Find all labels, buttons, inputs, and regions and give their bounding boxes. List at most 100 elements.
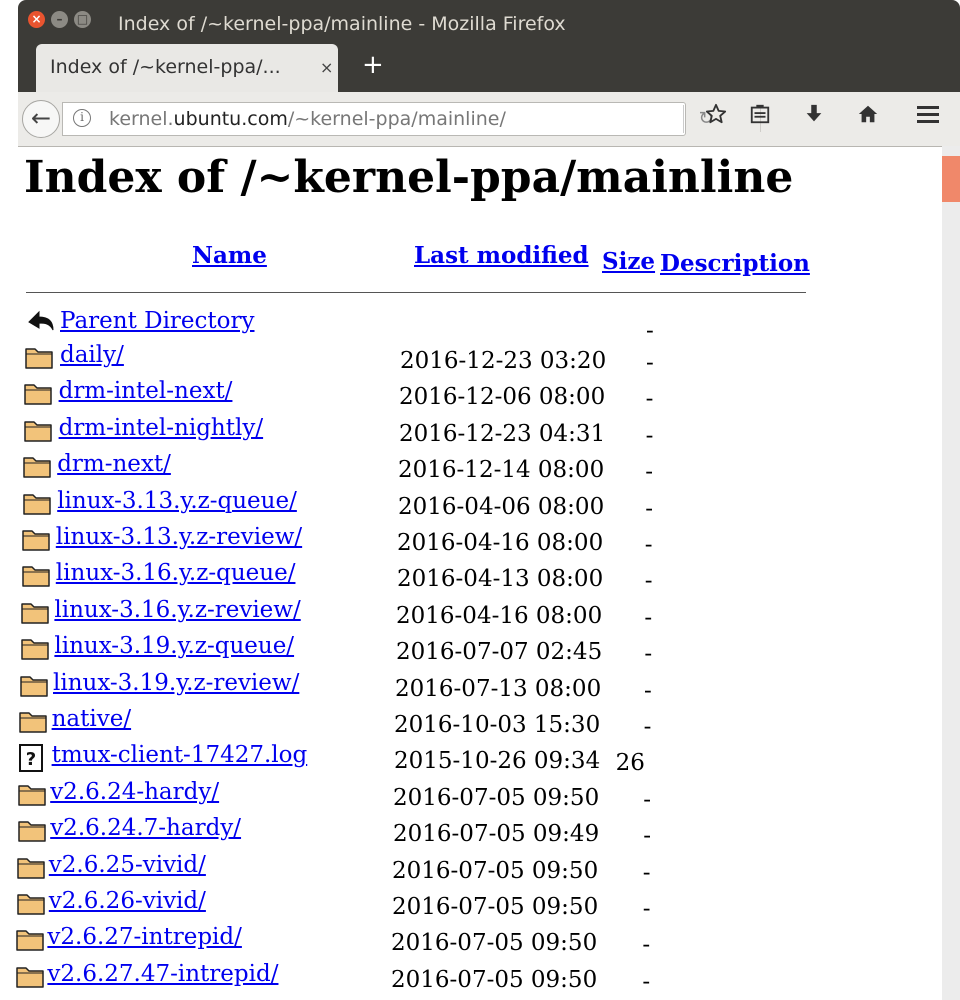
column-header-last-modified: Last modified [414, 242, 589, 269]
folder-icon [17, 817, 47, 843]
window-minimize-button[interactable]: – [51, 11, 68, 28]
entry-link[interactable]: native/ [52, 706, 131, 732]
unknown-file-icon: ? [18, 744, 48, 773]
entry-size: 26 [615, 750, 645, 777]
new-tab-button[interactable]: + [362, 52, 384, 78]
folder-icon [21, 526, 51, 552]
reading-list-icon[interactable] [740, 100, 780, 138]
entry-link[interactable]: daily/ [60, 342, 124, 368]
tab-label: Index of /~kernel-ppa/... [50, 56, 281, 78]
column-header-description: Description [660, 250, 810, 277]
entry-size: - [644, 568, 653, 595]
folder-icon [17, 781, 47, 807]
entry-link[interactable]: v2.6.27-intrepid/ [47, 924, 242, 950]
folder-icon [20, 635, 50, 661]
site-info-icon[interactable]: i [73, 109, 91, 127]
entry-size: - [644, 532, 653, 558]
entry-link[interactable]: v2.6.24-hardy/ [50, 779, 219, 805]
parent-directory-row: Parent Directory - [18, 306, 798, 344]
folder-icon [23, 417, 53, 443]
table-row: v2.6.27-intrepid/2016-07-05 09:50 - [15, 924, 798, 959]
folder-icon [15, 926, 45, 952]
window-titlebar: × – □ Index of /~kernel-ppa/mainline - M… [18, 0, 960, 44]
entry-size: - [644, 641, 653, 668]
entry-link[interactable]: v2.6.25-vivid/ [49, 852, 206, 878]
table-row: linux-3.16.y.z-queue/2016-04-13 08:00 - [18, 560, 798, 594]
sort-by-size-link[interactable]: Size [602, 248, 655, 275]
parent-size: - [646, 318, 654, 344]
entry-last-modified: 2016-12-23 03:20 [400, 348, 607, 374]
entry-link[interactable]: drm-intel-next/ [59, 378, 233, 404]
entry-last-modified: 2016-04-16 08:00 [397, 530, 604, 556]
table-row: daily/2016-12-23 03:20 - [18, 342, 798, 376]
entry-size: - [645, 495, 653, 522]
url-bar[interactable]: i kernel.ubuntu.com/~kernel-ppa/mainline… [62, 102, 714, 136]
table-row: v2.6.26-vivid/2016-07-05 09:50 - [16, 888, 798, 922]
entry-link[interactable]: v2.6.24.7-hardy/ [50, 815, 241, 841]
folder-icon [21, 562, 51, 588]
tab-close-icon[interactable]: × [320, 58, 333, 77]
menu-icon[interactable] [908, 100, 948, 138]
entry-link[interactable]: linux-3.16.y.z-queue/ [56, 560, 296, 586]
entry-last-modified: 2015-10-26 09:34 [394, 748, 601, 775]
window-close-button[interactable]: × [28, 11, 45, 28]
home-icon[interactable] [848, 100, 888, 138]
table-row: ? tmux-client-17427.log 2015-10-26 09:34 26 [18, 742, 798, 776]
entry-size: - [643, 714, 652, 740]
entry-last-modified: 2016-07-07 02:45 [396, 639, 603, 666]
entry-last-modified: 2016-12-06 08:00 [399, 384, 606, 411]
sort-by-last-modified-link[interactable]: Last modified [414, 242, 589, 269]
entry-link[interactable]: linux-3.13.y.z-review/ [56, 524, 302, 550]
entry-size: - [642, 968, 651, 995]
folder-icon [16, 854, 46, 880]
sort-by-name-link[interactable]: Name [192, 242, 267, 269]
window-maximize-button[interactable]: □ [74, 11, 91, 28]
sort-by-description-link[interactable]: Description [660, 250, 810, 277]
folder-icon [22, 453, 52, 479]
entry-last-modified: 2016-04-06 08:00 [398, 493, 605, 520]
folder-icon [18, 708, 48, 734]
entry-size: - [645, 422, 654, 449]
svg-text:?: ? [26, 749, 36, 770]
entry-last-modified: 2016-07-05 09:50 [391, 966, 598, 993]
entry-link[interactable]: linux-3.16.y.z-review/ [54, 597, 300, 623]
star-icon[interactable] [696, 100, 736, 138]
entry-size: - [646, 350, 654, 376]
entry-link[interactable]: linux-3.19.y.z-review/ [53, 670, 299, 696]
table-row: drm-intel-nightly/2016-12-23 04:31 - [18, 415, 798, 449]
download-icon[interactable] [794, 100, 834, 138]
entry-size: - [644, 604, 653, 631]
page-content: Index of /~kernel-ppa/mainline Name Last… [15, 146, 942, 1000]
folder-icon [22, 490, 52, 516]
folder-icon [16, 890, 46, 916]
parent-directory-link[interactable]: Parent Directory [60, 308, 255, 334]
url-host: ubuntu.com [173, 108, 288, 130]
entry-last-modified: 2016-07-05 09:50 [393, 784, 600, 811]
scrollbar-thumb[interactable] [942, 156, 960, 202]
entry-last-modified: 2016-04-16 08:00 [396, 602, 603, 629]
entry-link[interactable]: v2.6.27.47-intrepid/ [47, 961, 278, 987]
folder-icon [23, 380, 53, 406]
folder-icon [20, 599, 50, 625]
entry-size: - [642, 932, 651, 959]
vertical-scrollbar[interactable] [942, 146, 960, 1000]
entry-last-modified: 2016-07-05 09:49 [393, 821, 600, 848]
page-title: Index of /~kernel-ppa/mainline [24, 152, 794, 203]
table-row: drm-intel-next/2016-12-06 08:00 - [18, 378, 798, 412]
table-row: drm-next/2016-12-14 08:00 - [18, 451, 798, 485]
entry-link[interactable]: linux-3.19.y.z-queue/ [54, 633, 294, 659]
entry-link[interactable]: drm-next/ [57, 451, 171, 477]
back-button[interactable]: ← [22, 100, 60, 138]
entry-size: - [642, 896, 651, 922]
tab-active[interactable]: Index of /~kernel-ppa/... × [36, 44, 338, 92]
entry-size: - [645, 459, 653, 486]
entry-last-modified: 2016-07-13 08:00 [395, 675, 602, 702]
entry-last-modified: 2016-07-05 09:50 [392, 857, 599, 884]
entry-link[interactable]: v2.6.26-vivid/ [49, 888, 206, 914]
url-text[interactable]: kernel.ubuntu.com/~kernel-ppa/mainline/ [109, 108, 506, 130]
entry-link[interactable]: drm-intel-nightly/ [59, 415, 264, 441]
entry-link[interactable]: tmux-client-17427.log [52, 742, 308, 768]
entry-link[interactable]: linux-3.13.y.z-queue/ [57, 488, 297, 514]
table-row: linux-3.19.y.z-queue/2016-07-07 02:45 - [18, 633, 798, 667]
navigation-toolbar: ← i kernel.ubuntu.com/~kernel-ppa/mainli… [18, 92, 960, 147]
